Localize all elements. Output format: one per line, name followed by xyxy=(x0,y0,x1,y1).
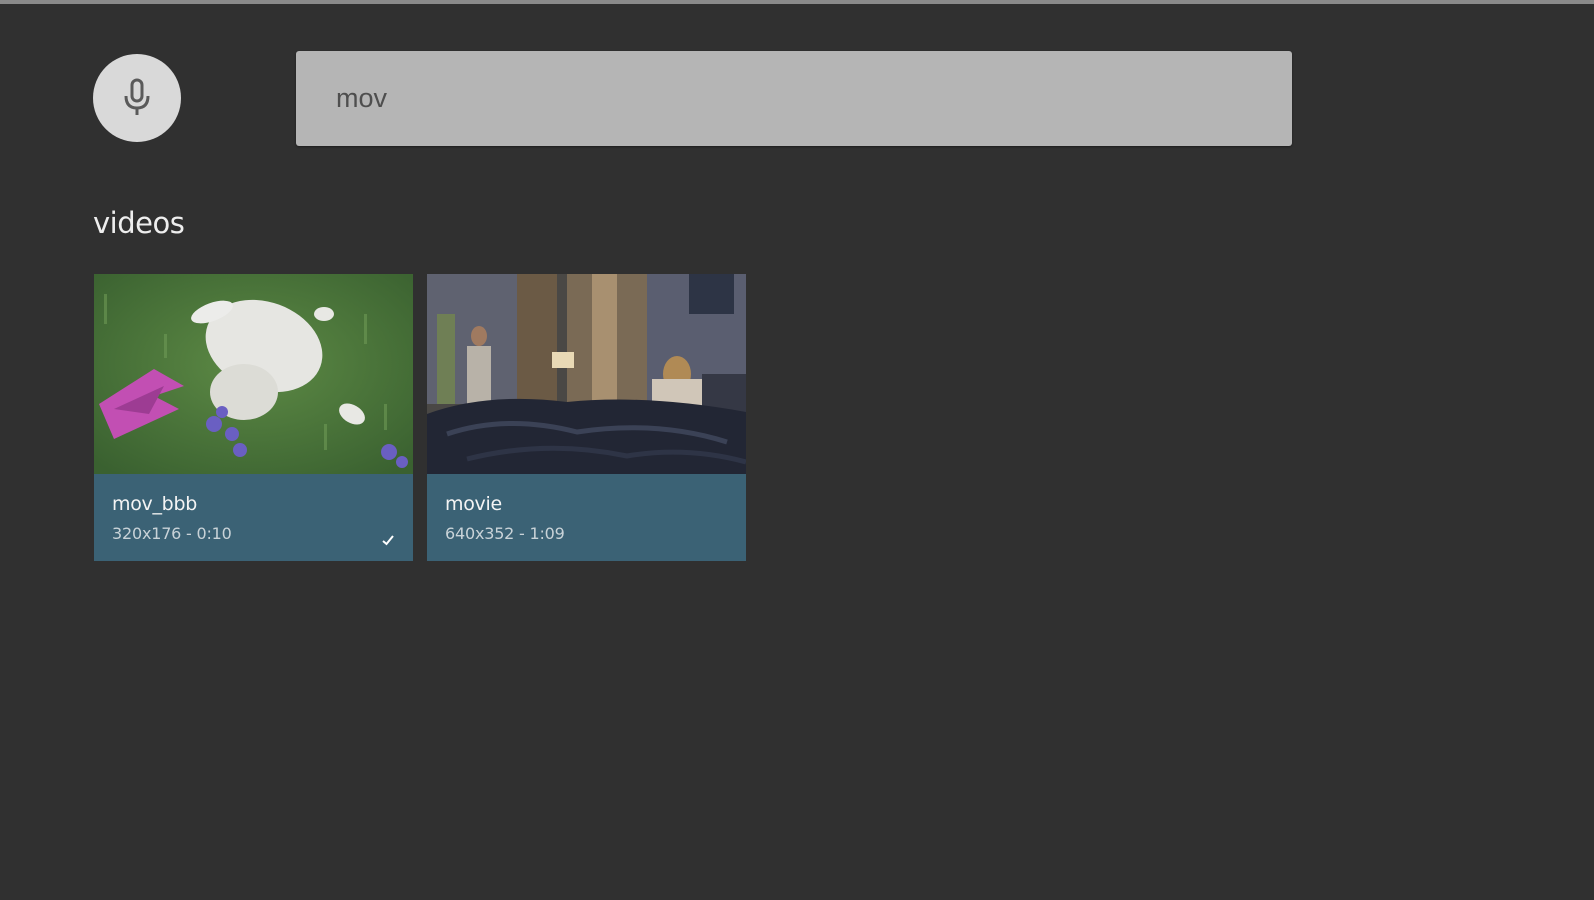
row-header-videos: videos xyxy=(93,206,185,240)
video-results-row: mov_bbb 320x176 - 0:10 movie 640x352 - 1… xyxy=(94,274,746,561)
video-card-mov-bbb[interactable]: mov_bbb 320x176 - 0:10 xyxy=(94,274,413,561)
voice-search-button[interactable] xyxy=(93,54,181,142)
search-screen: videos xyxy=(0,0,1594,900)
card-info-panel: movie 640x352 - 1:09 xyxy=(427,474,746,561)
rabbit-in-grass-thumbnail xyxy=(94,274,413,474)
video-details: 640x352 - 1:09 xyxy=(445,524,565,543)
search-bar[interactable] xyxy=(296,51,1292,146)
search-input[interactable] xyxy=(336,83,1236,114)
microphone-icon xyxy=(124,78,150,115)
video-title: mov_bbb xyxy=(112,493,197,515)
video-details: 320x176 - 0:10 xyxy=(112,524,232,543)
video-card-movie[interactable]: movie 640x352 - 1:09 xyxy=(427,274,746,561)
bedroom-scene-thumbnail xyxy=(427,274,746,474)
video-title: movie xyxy=(445,493,502,515)
top-edge-divider xyxy=(0,0,1594,4)
check-icon xyxy=(382,535,394,546)
card-info-panel: mov_bbb 320x176 - 0:10 xyxy=(94,474,413,561)
